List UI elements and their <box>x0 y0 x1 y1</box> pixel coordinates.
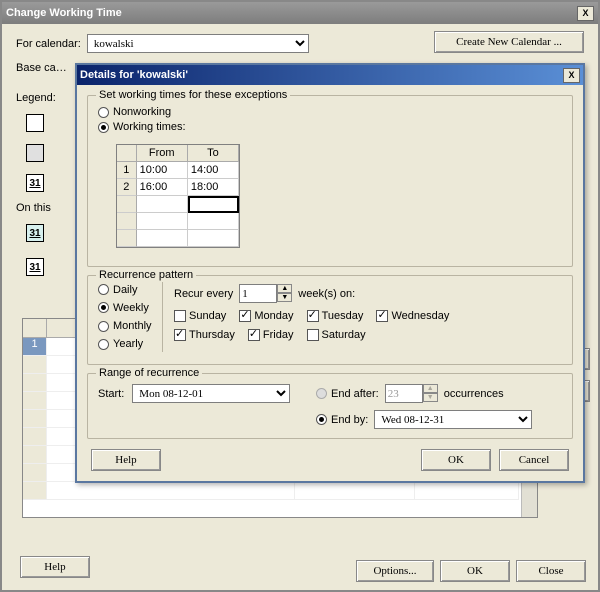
recur-every-input[interactable] <box>239 284 277 303</box>
yearly-radio[interactable]: Yearly <box>98 338 152 350</box>
inner-close-button[interactable]: X <box>563 68 580 83</box>
nonworking-radio[interactable]: Nonworking <box>98 106 186 118</box>
working-times-group-label: Set working times for these exceptions <box>96 89 290 101</box>
calendar-row: For calendar: kowalski <box>16 34 309 53</box>
legend-working-box <box>26 114 44 132</box>
working-times-radio[interactable]: Working times: <box>98 121 186 133</box>
daily-radio[interactable]: Daily <box>98 284 152 296</box>
from-header: From <box>137 145 188 162</box>
from-cell[interactable]: 10:00 <box>137 162 188 179</box>
range-of-recurrence-group: Range of recurrence Start: Mon 08-12-01 … <box>87 373 573 439</box>
end-after-radio[interactable]: End after: <box>316 388 379 400</box>
monthly-radio[interactable]: Monthly <box>98 320 152 332</box>
working-times-group: Set working times for these exceptions N… <box>87 95 573 267</box>
legend-label: Legend: <box>16 92 56 104</box>
row-number-cell: 1 <box>23 338 47 356</box>
legend-edited-box: 31 <box>26 174 44 192</box>
times-row[interactable] <box>117 196 239 213</box>
start-label: Start: <box>98 388 124 400</box>
recur-every-label: Recur every <box>174 288 233 300</box>
outer-close-button2[interactable]: Close <box>516 560 586 582</box>
from-cell[interactable]: 16:00 <box>137 179 188 196</box>
to-header: To <box>188 145 239 162</box>
inner-title-text: Details for 'kowalski' <box>80 69 188 81</box>
tuesday-checkbox[interactable]: Tuesday <box>307 310 364 322</box>
create-new-calendar-button[interactable]: Create New Calendar ... <box>434 31 584 53</box>
onthis-label: On this <box>16 202 51 214</box>
times-row[interactable]: 1 10:00 14:00 <box>117 162 239 179</box>
times-row[interactable] <box>117 230 239 247</box>
end-by-date-select[interactable]: Wed 08-12-31 <box>374 410 532 429</box>
calendar-select[interactable]: kowalski <box>87 34 309 53</box>
sunday-checkbox[interactable]: Sunday <box>174 310 226 322</box>
outer-title-text: Change Working Time <box>6 7 122 19</box>
times-grid[interactable]: From To 1 10:00 14:00 2 16:00 18:00 <box>116 144 240 248</box>
options-button[interactable]: Options... <box>356 560 434 582</box>
times-row[interactable]: 2 16:00 18:00 <box>117 179 239 196</box>
inner-ok-button[interactable]: OK <box>421 449 491 471</box>
start-date-select[interactable]: Mon 08-12-01 <box>132 384 290 403</box>
details-dialog: Details for 'kowalski' X Set working tim… <box>75 63 585 483</box>
saturday-checkbox[interactable]: Saturday <box>307 329 366 341</box>
base-calendar-label: Base ca… <box>16 62 67 74</box>
outer-close-button[interactable]: X <box>577 6 594 21</box>
spinner-down-icon: ▼ <box>423 393 438 402</box>
occurrences-label: occurrences <box>444 388 504 400</box>
spinner-down-icon[interactable]: ▼ <box>277 293 292 302</box>
spinner-up-icon[interactable]: ▲ <box>277 284 292 293</box>
help-button[interactable]: Help <box>20 556 90 578</box>
inner-cancel-button[interactable]: Cancel <box>499 449 569 471</box>
times-row[interactable] <box>117 213 239 230</box>
outer-footer-buttons: Options... OK Close <box>356 560 586 582</box>
recurrence-pattern-label: Recurrence pattern <box>96 269 196 281</box>
recur-every-spinner[interactable]: ▲▼ <box>239 284 292 303</box>
weekly-radio[interactable]: Weekly <box>98 302 152 314</box>
end-after-spinner: ▲▼ <box>385 384 438 403</box>
outer-titlebar: Change Working Time X <box>2 2 598 24</box>
wednesday-checkbox[interactable]: Wednesday <box>376 310 449 322</box>
friday-checkbox[interactable]: Friday <box>248 329 294 341</box>
monday-checkbox[interactable]: Monday <box>239 310 293 322</box>
outer-ok-button[interactable]: OK <box>440 560 510 582</box>
legend-nonworking-box <box>26 144 44 162</box>
weeks-on-label: week(s) on: <box>298 288 355 300</box>
end-by-radio[interactable]: End by: <box>316 414 368 426</box>
range-label: Range of recurrence <box>96 367 202 379</box>
to-cell[interactable]: 14:00 <box>188 162 239 179</box>
spinner-up-icon: ▲ <box>423 384 438 393</box>
legend-nondefault-box: 31 <box>26 258 44 276</box>
recurrence-pattern-group: Recurrence pattern Daily Weekly Monthly … <box>87 275 573 365</box>
inner-titlebar: Details for 'kowalski' X <box>77 65 583 85</box>
inner-help-button[interactable]: Help <box>91 449 161 471</box>
legend-exception-box: 31 <box>26 224 44 242</box>
calendar-label: For calendar: <box>16 38 81 50</box>
end-after-input <box>385 384 423 403</box>
thursday-checkbox[interactable]: Thursday <box>174 329 235 341</box>
to-cell[interactable]: 18:00 <box>188 179 239 196</box>
active-cell[interactable] <box>188 196 239 213</box>
exceptions-table-row[interactable] <box>23 482 537 500</box>
